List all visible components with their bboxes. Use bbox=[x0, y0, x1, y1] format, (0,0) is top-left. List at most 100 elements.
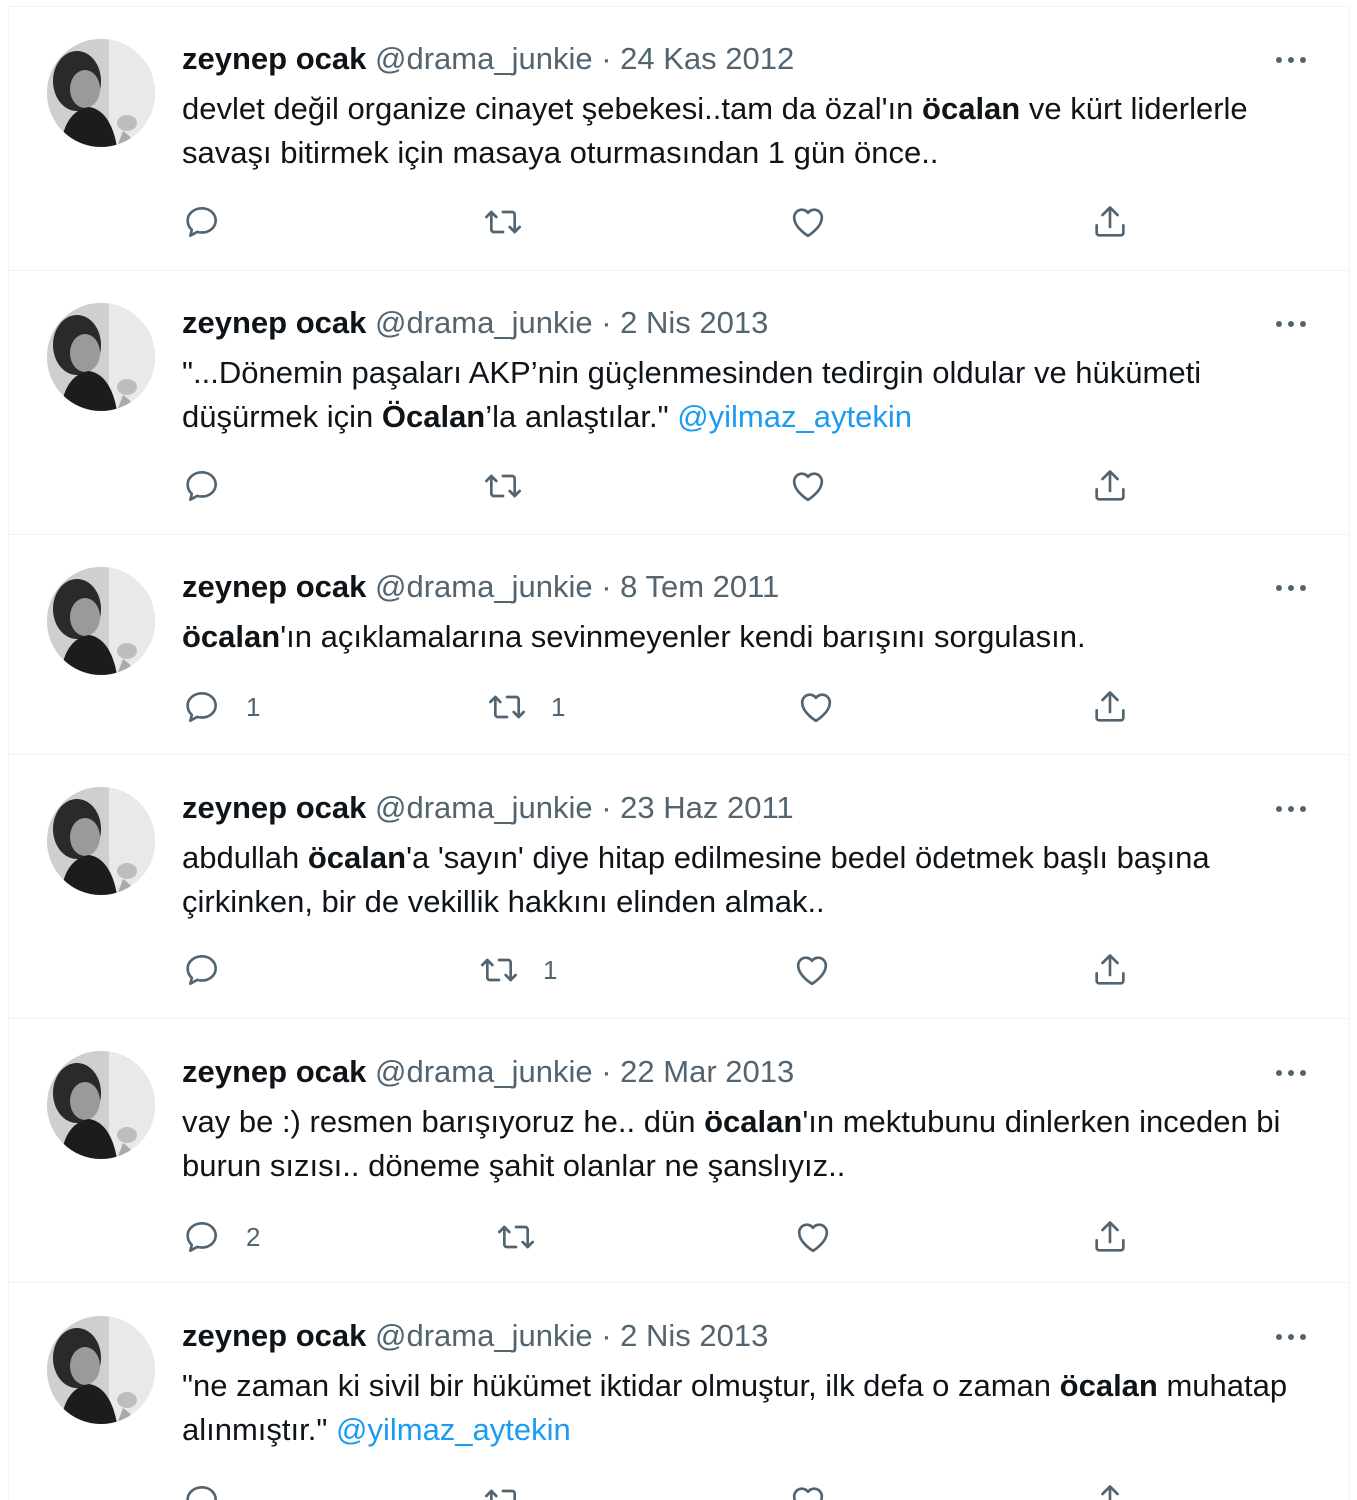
avatar[interactable] bbox=[47, 567, 155, 675]
highlight-keyword: öcalan bbox=[182, 619, 281, 654]
more-icon[interactable] bbox=[1273, 50, 1309, 70]
more-icon[interactable] bbox=[1273, 799, 1309, 819]
avatar[interactable] bbox=[47, 787, 155, 895]
tweet-text: vay be :) resmen barışıyoruz he.. dün öc… bbox=[182, 1100, 1302, 1188]
tweet[interactable]: zeynep ocak @drama_junkie · 2 Nis 2013 "… bbox=[8, 1282, 1350, 1500]
author-handle[interactable]: @drama_junkie bbox=[375, 1054, 593, 1089]
avatar[interactable] bbox=[47, 1051, 155, 1159]
separator-dot: · bbox=[601, 41, 612, 76]
highlight-keyword: öcalan bbox=[307, 840, 407, 875]
author-handle[interactable]: @drama_junkie bbox=[375, 569, 593, 604]
reply-icon bbox=[182, 202, 222, 242]
author-name[interactable]: zeynep ocak bbox=[182, 41, 366, 76]
retweet-icon bbox=[487, 687, 527, 727]
author-name[interactable]: zeynep ocak bbox=[182, 305, 366, 340]
tweet-date[interactable]: 8 Tem 2011 bbox=[620, 569, 779, 604]
retweet-count: 1 bbox=[551, 691, 566, 722]
tweet-date[interactable]: 22 Mar 2013 bbox=[620, 1054, 794, 1089]
like-button[interactable] bbox=[792, 948, 856, 992]
tweet-text: abdullah öcalan'a 'sayın' diye hitap edi… bbox=[182, 836, 1302, 924]
author-handle[interactable]: @drama_junkie bbox=[375, 41, 593, 76]
tweet-header: zeynep ocak @drama_junkie · 2 Nis 2013 bbox=[182, 1316, 768, 1356]
like-icon bbox=[792, 950, 832, 990]
retweet-button[interactable]: 1 bbox=[487, 685, 565, 729]
retweet-icon bbox=[479, 950, 519, 990]
reply-icon bbox=[182, 950, 222, 990]
separator-dot: · bbox=[601, 1054, 612, 1089]
tweet-feed: zeynep ocak @drama_junkie · 24 Kas 2012 … bbox=[8, 6, 1350, 1500]
like-icon bbox=[788, 1481, 828, 1500]
reply-button[interactable]: 1 bbox=[182, 685, 260, 729]
tweet-date[interactable]: 2 Nis 2013 bbox=[620, 305, 768, 340]
mention-link[interactable]: @yilmaz_aytekin bbox=[677, 399, 912, 434]
tweet-text: "ne zaman ki sivil bir hükümet iktidar o… bbox=[182, 1364, 1302, 1452]
reply-button[interactable]: 2 bbox=[182, 1215, 260, 1259]
tweet-date[interactable]: 2 Nis 2013 bbox=[620, 1318, 768, 1353]
more-icon[interactable] bbox=[1273, 314, 1309, 334]
share-button[interactable] bbox=[1090, 948, 1130, 992]
like-button[interactable] bbox=[788, 200, 852, 244]
like-button[interactable] bbox=[793, 1215, 857, 1259]
text-segment: abdullah bbox=[182, 840, 308, 875]
share-button[interactable] bbox=[1090, 464, 1130, 508]
share-button[interactable] bbox=[1090, 685, 1130, 729]
separator-dot: · bbox=[601, 569, 612, 604]
reply-button[interactable] bbox=[182, 1479, 246, 1500]
share-button[interactable] bbox=[1090, 1479, 1130, 1500]
author-handle[interactable]: @drama_junkie bbox=[375, 1318, 593, 1353]
more-icon[interactable] bbox=[1273, 578, 1309, 598]
author-name[interactable]: zeynep ocak bbox=[182, 1054, 366, 1089]
share-icon bbox=[1090, 687, 1130, 727]
tweet-header: zeynep ocak @drama_junkie · 23 Haz 2011 bbox=[182, 788, 794, 828]
like-button[interactable] bbox=[788, 1479, 852, 1500]
reply-button[interactable] bbox=[182, 948, 246, 992]
reply-count: 1 bbox=[246, 691, 261, 722]
like-button[interactable] bbox=[788, 464, 852, 508]
avatar[interactable] bbox=[47, 303, 155, 411]
tweet-text: "...Dönemin paşaları AKP’nin güçlenmesin… bbox=[182, 351, 1302, 439]
share-icon bbox=[1090, 466, 1130, 506]
share-button[interactable] bbox=[1090, 200, 1130, 244]
retweet-button[interactable] bbox=[483, 1479, 547, 1500]
retweet-button[interactable]: 1 bbox=[479, 948, 557, 992]
retweet-button[interactable] bbox=[483, 464, 547, 508]
retweet-button[interactable] bbox=[496, 1215, 560, 1259]
reply-button[interactable] bbox=[182, 200, 246, 244]
retweet-icon bbox=[483, 1481, 523, 1500]
retweet-button[interactable] bbox=[483, 200, 547, 244]
tweet-date[interactable]: 23 Haz 2011 bbox=[620, 790, 794, 825]
text-segment: "ne zaman ki sivil bir hükümet iktidar o… bbox=[182, 1368, 1060, 1403]
separator-dot: · bbox=[601, 1318, 612, 1353]
mention-link[interactable]: @yilmaz_aytekin bbox=[336, 1412, 571, 1447]
more-icon[interactable] bbox=[1273, 1063, 1309, 1083]
author-name[interactable]: zeynep ocak bbox=[182, 1318, 366, 1353]
author-handle[interactable]: @drama_junkie bbox=[375, 305, 593, 340]
highlight-keyword: öcalan bbox=[1059, 1368, 1158, 1403]
more-icon[interactable] bbox=[1273, 1327, 1309, 1347]
author-name[interactable]: zeynep ocak bbox=[182, 569, 366, 604]
reply-count: 2 bbox=[246, 1221, 261, 1252]
tweet-header: zeynep ocak @drama_junkie · 24 Kas 2012 bbox=[182, 39, 794, 79]
reply-icon bbox=[182, 687, 222, 727]
share-button[interactable] bbox=[1090, 1215, 1130, 1259]
avatar[interactable] bbox=[47, 39, 155, 147]
author-handle[interactable]: @drama_junkie bbox=[375, 790, 593, 825]
text-segment: ’la anlaştılar." bbox=[485, 399, 678, 434]
reply-icon bbox=[182, 1217, 222, 1257]
tweet[interactable]: zeynep ocak @drama_junkie · 8 Tem 2011 ö… bbox=[8, 534, 1350, 754]
tweet[interactable]: zeynep ocak @drama_junkie · 24 Kas 2012 … bbox=[8, 6, 1350, 270]
tweet-header: zeynep ocak @drama_junkie · 8 Tem 2011 bbox=[182, 567, 779, 607]
like-button[interactable] bbox=[796, 685, 860, 729]
tweet[interactable]: zeynep ocak @drama_junkie · 2 Nis 2013 "… bbox=[8, 270, 1350, 534]
tweet-text: devlet değil organize cinayet şebekesi..… bbox=[182, 87, 1302, 175]
tweet[interactable]: zeynep ocak @drama_junkie · 22 Mar 2013 … bbox=[8, 1018, 1350, 1282]
text-segment: devlet değil organize cinayet şebekesi..… bbox=[182, 91, 923, 126]
avatar[interactable] bbox=[47, 1316, 155, 1424]
tweet[interactable]: zeynep ocak @drama_junkie · 23 Haz 2011 … bbox=[8, 754, 1350, 1018]
reply-button[interactable] bbox=[182, 464, 246, 508]
tweet-text: öcalan'ın açıklamalarına sevinmeyenler k… bbox=[182, 615, 1302, 659]
text-segment: vay be :) resmen barışıyoruz he.. dün bbox=[182, 1104, 705, 1139]
like-icon bbox=[796, 687, 836, 727]
tweet-date[interactable]: 24 Kas 2012 bbox=[620, 41, 794, 76]
author-name[interactable]: zeynep ocak bbox=[182, 790, 366, 825]
